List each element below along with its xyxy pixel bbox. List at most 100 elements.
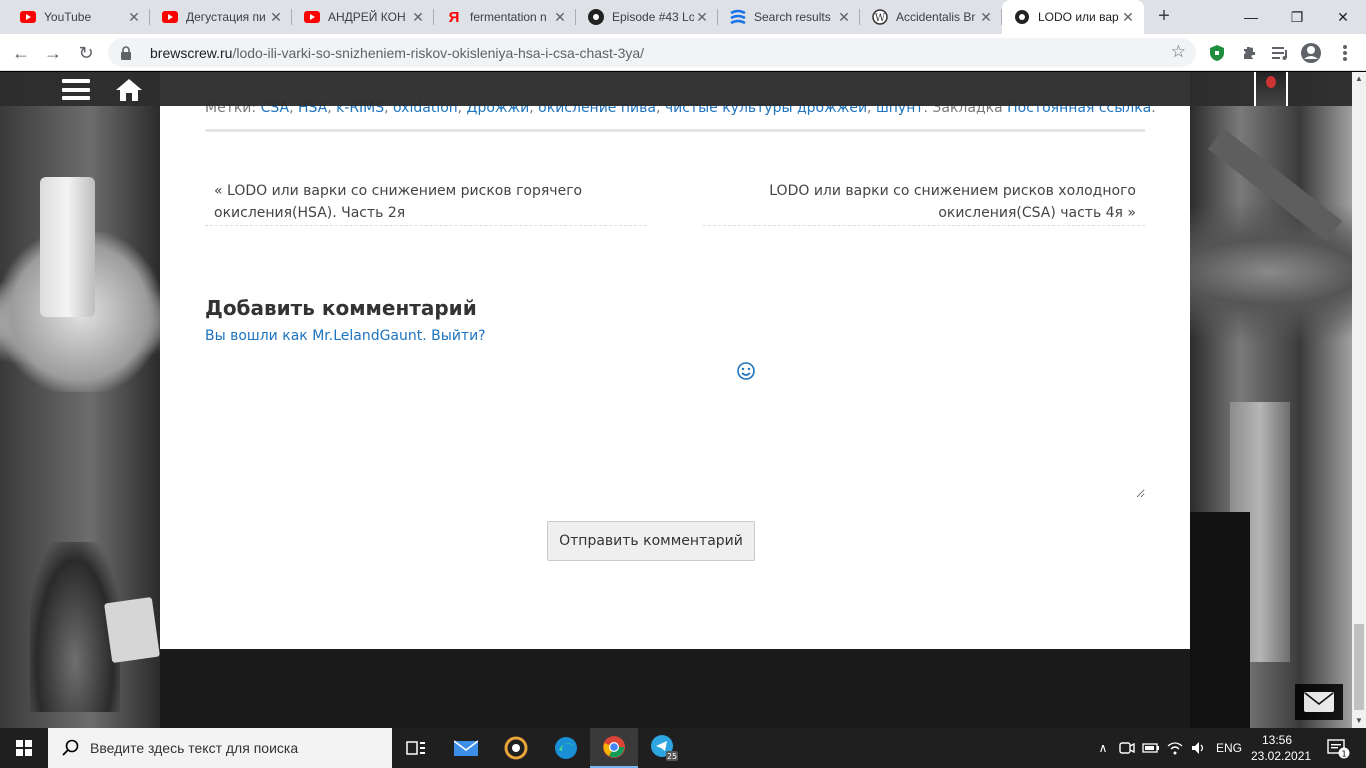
lock-icon[interactable] bbox=[118, 45, 134, 61]
search-placeholder: Введите здесь текст для поиска bbox=[90, 740, 299, 756]
tab-youtube[interactable]: YouTube ✕ bbox=[8, 0, 150, 34]
profile-avatar-icon[interactable] bbox=[1300, 42, 1322, 64]
tab-title: Episode #43 Lo bbox=[612, 10, 694, 24]
tab-title: YouTube bbox=[44, 10, 92, 24]
battery-icon[interactable] bbox=[1140, 728, 1162, 768]
tab-strip: YouTube ✕ Дегустация пи ✕ АНДРЕЙ КОН ✕ Я… bbox=[0, 0, 1366, 34]
tab-fermentation[interactable]: Я fermentation n ✕ bbox=[434, 0, 576, 34]
tab-episode[interactable]: Episode #43 Lo ✕ bbox=[576, 0, 718, 34]
close-icon[interactable]: ✕ bbox=[552, 9, 568, 25]
next-post-link[interactable]: LODO или варки со снижением рисков холод… bbox=[703, 180, 1145, 226]
comment-textarea[interactable] bbox=[205, 358, 1145, 498]
user-avatar[interactable] bbox=[1254, 72, 1288, 106]
background-photo bbox=[40, 177, 95, 317]
menu-kebab-icon[interactable] bbox=[1334, 42, 1356, 64]
url-path: /lodo-ili-varki-so-snizheniem-riskov-oki… bbox=[232, 44, 645, 61]
telegram-badge: 25 bbox=[667, 752, 677, 761]
scroll-down-arrow-icon[interactable]: ▼ bbox=[1352, 714, 1366, 728]
envelope-contact-icon[interactable] bbox=[1295, 684, 1343, 720]
windows-taskbar: Введите здесь текст для поиска 25 ∧ ENG … bbox=[0, 728, 1366, 768]
tab-accidentalis[interactable]: W Accidentalis Br ✕ bbox=[860, 0, 1002, 34]
new-tab-button[interactable]: + bbox=[1152, 5, 1176, 29]
search-results-icon bbox=[730, 9, 746, 25]
media-queue-icon[interactable] bbox=[1270, 42, 1292, 64]
forward-arrow-icon[interactable]: → bbox=[39, 39, 67, 67]
system-clock[interactable]: 13:56 23.02.2021 bbox=[1251, 732, 1312, 764]
site-header-bar bbox=[0, 72, 1352, 106]
svg-text:W: W bbox=[875, 13, 886, 24]
logged-in-prefix: Вы вошли как bbox=[205, 328, 308, 344]
next-post-title: LODO или варки со снижением рисков холод… bbox=[769, 183, 1136, 221]
windows-start-icon[interactable] bbox=[0, 728, 48, 768]
edge-browser-icon[interactable] bbox=[542, 728, 590, 768]
user-profile-link[interactable]: Mr.LelandGaunt bbox=[312, 328, 422, 344]
emoji-smiley-icon[interactable] bbox=[736, 361, 756, 381]
address-bar[interactable]: brewscrew.ru/lodo-ili-varki-so-snizhenie… bbox=[108, 38, 1196, 67]
close-icon[interactable]: ✕ bbox=[978, 9, 994, 25]
back-arrow-icon[interactable]: ← bbox=[7, 39, 35, 67]
close-icon[interactable]: ✕ bbox=[1120, 9, 1136, 25]
background-photo bbox=[1207, 128, 1343, 242]
search-icon bbox=[62, 739, 80, 757]
window-close-icon[interactable]: ✕ bbox=[1320, 0, 1366, 34]
url-text[interactable]: brewscrew.ru/lodo-ili-varki-so-snizhenie… bbox=[150, 45, 644, 61]
article-content: Метки: CSA, HSA, k-RIMS, oxidation, Дрож… bbox=[160, 72, 1190, 649]
close-icon[interactable]: ✕ bbox=[126, 9, 142, 25]
puzzle-extensions-icon[interactable] bbox=[1238, 42, 1260, 64]
input-language[interactable]: ENG bbox=[1212, 728, 1246, 768]
volume-icon[interactable] bbox=[1188, 728, 1210, 768]
notifications-icon[interactable]: 1 bbox=[1318, 728, 1358, 768]
youtube-icon bbox=[304, 9, 320, 25]
logged-in-notice: Вы вошли как Mr.LelandGaunt. Выйти? bbox=[205, 328, 486, 344]
yandex-icon: Я bbox=[448, 8, 460, 26]
youtube-icon bbox=[20, 9, 36, 25]
hamburger-menu-icon[interactable] bbox=[62, 79, 90, 100]
web-page: Метки: CSA, HSA, k-RIMS, oxidation, Дрож… bbox=[0, 72, 1352, 728]
media-player-icon[interactable] bbox=[492, 728, 540, 768]
tab-search-results[interactable]: Search results ✕ bbox=[718, 0, 860, 34]
notification-count: 1 bbox=[1341, 750, 1346, 759]
home-icon[interactable] bbox=[114, 77, 144, 103]
podcast-icon bbox=[588, 9, 604, 25]
reload-icon[interactable]: ↻ bbox=[72, 39, 100, 67]
wordpress-icon: W bbox=[872, 9, 888, 25]
previous-post-title: LODO или варки со снижением рисков горяч… bbox=[214, 183, 583, 221]
task-view-icon[interactable] bbox=[392, 728, 440, 768]
tab-lodo-active[interactable]: LODO или вар ✕ bbox=[1002, 0, 1144, 34]
previous-post-link[interactable]: « LODO или варки со снижением рисков гор… bbox=[205, 180, 647, 226]
bookmark-star-icon[interactable]: ☆ bbox=[1171, 43, 1186, 61]
close-icon[interactable]: ✕ bbox=[694, 9, 710, 25]
tab-degustation[interactable]: Дегустация пи ✕ bbox=[150, 0, 292, 34]
close-icon[interactable]: ✕ bbox=[836, 9, 852, 25]
tab-title: LODO или вар bbox=[1038, 10, 1119, 24]
comment-form-title: Добавить комментарий bbox=[205, 296, 477, 320]
browser-toolbar: ← → ↻ brewscrew.ru/lodo-ili-varki-so-sni… bbox=[0, 34, 1366, 71]
shield-extension-icon[interactable] bbox=[1206, 42, 1228, 64]
background-photo bbox=[104, 596, 160, 664]
minimize-icon[interactable]: — bbox=[1228, 0, 1274, 34]
tab-andrey[interactable]: АНДРЕЙ КОН ✕ bbox=[292, 0, 434, 34]
scroll-thumb[interactable] bbox=[1354, 624, 1364, 710]
taskbar-search-input[interactable]: Введите здесь текст для поиска bbox=[48, 728, 392, 768]
telegram-icon[interactable]: 25 bbox=[640, 728, 688, 768]
logout-link[interactable]: Выйти? bbox=[431, 328, 485, 344]
wifi-icon[interactable] bbox=[1164, 728, 1186, 768]
url-host: brewscrew.ru bbox=[150, 44, 233, 61]
clock-date: 23.02.2021 bbox=[1251, 749, 1312, 763]
close-icon[interactable]: ✕ bbox=[268, 9, 284, 25]
tray-chevron-up-icon[interactable]: ∧ bbox=[1092, 728, 1114, 768]
background-photo bbox=[1190, 512, 1250, 728]
restore-icon[interactable]: ❐ bbox=[1274, 0, 1320, 34]
brewscrew-icon bbox=[1014, 9, 1030, 25]
scroll-up-arrow-icon[interactable]: ▲ bbox=[1352, 72, 1366, 86]
mail-app-icon[interactable] bbox=[442, 728, 490, 768]
page-scrollbar[interactable]: ▲ ▼ bbox=[1352, 72, 1366, 728]
submit-comment-button[interactable]: Отправить комментарий bbox=[547, 521, 755, 561]
clock-time: 13:56 bbox=[1261, 733, 1293, 747]
close-icon[interactable]: ✕ bbox=[410, 9, 426, 25]
tab-title: fermentation n bbox=[470, 10, 547, 24]
tab-title: АНДРЕЙ КОН bbox=[328, 10, 406, 24]
divider bbox=[205, 129, 1145, 132]
meet-now-icon[interactable] bbox=[1116, 728, 1138, 768]
chrome-browser-icon[interactable] bbox=[590, 728, 638, 768]
